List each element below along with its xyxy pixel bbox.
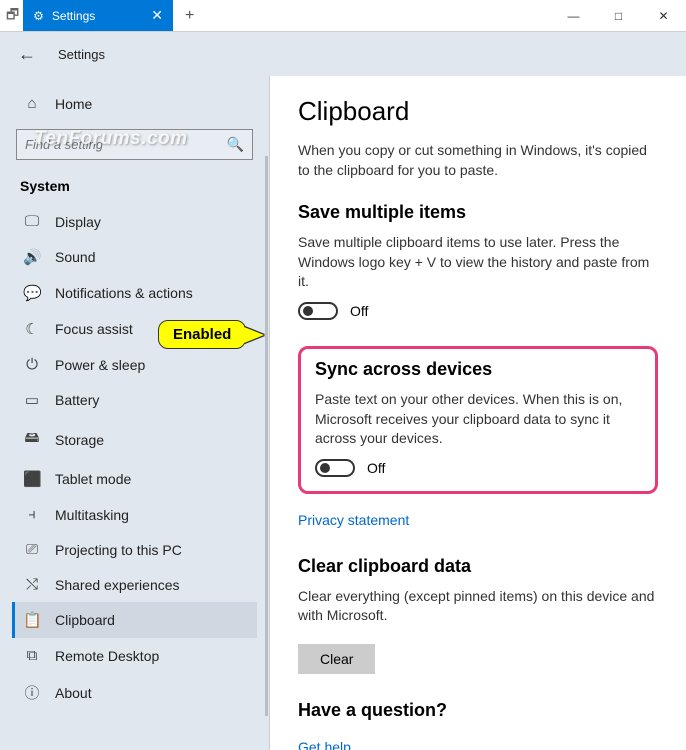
sidebar-item-label: About — [55, 685, 92, 701]
toggle-knob — [320, 463, 330, 473]
notifications-icon: 💬 — [23, 284, 41, 302]
get-help-link[interactable]: Get help — [298, 739, 351, 750]
sidebar-item-label: Sound — [55, 249, 95, 265]
sidebar-item-tablet[interactable]: ⬛ Tablet mode — [12, 461, 257, 497]
section-desc: Clear everything (except pinned items) o… — [298, 587, 658, 626]
sidebar-item-label: Notifications & actions — [55, 285, 193, 301]
sidebar-item-multitasking[interactable]: ⫞ Multitasking — [12, 497, 257, 532]
sidebar-item-projecting[interactable]: ⎚ Projecting to this PC — [12, 532, 257, 567]
close-button[interactable]: ✕ — [641, 0, 686, 31]
sidebar-item-label: Power & sleep — [55, 357, 145, 373]
sidebar-item-sound[interactable]: 🔊 Sound — [12, 239, 257, 275]
gear-icon: ⚙ — [33, 9, 44, 23]
callout-label: Enabled — [158, 320, 246, 349]
battery-icon: ▭ — [23, 391, 41, 409]
sidebar-item-label: Display — [55, 214, 101, 230]
header: ← Settings — [0, 32, 686, 76]
remote-icon: ⧉ — [23, 647, 41, 664]
page-title: Clipboard — [298, 96, 658, 127]
toggle-sync[interactable] — [315, 459, 355, 477]
toggle-knob — [303, 306, 313, 316]
section-clear: Clear clipboard data Clear everything (e… — [298, 556, 658, 674]
sidebar-item-power[interactable]: ⏻ Power & sleep — [12, 347, 257, 382]
sidebar-item-battery[interactable]: ▭ Battery — [12, 382, 257, 418]
shared-icon: ⤭ — [23, 576, 41, 593]
sidebar-item-shared[interactable]: ⤭ Shared experiences — [12, 567, 257, 602]
back-button[interactable]: ← — [18, 44, 36, 65]
section-save-multiple: Save multiple items Save multiple clipbo… — [298, 202, 658, 320]
privacy-link[interactable]: Privacy statement — [298, 512, 409, 528]
sidebar-item-label: Focus assist — [55, 321, 133, 337]
sidebar-scrollbar[interactable] — [265, 156, 268, 716]
highlight-sync-section: Sync across devices Paste text on your o… — [298, 346, 658, 494]
tab-settings[interactable]: ⚙ Settings ✕ — [23, 0, 173, 31]
sidebar-item-label: Shared experiences — [55, 577, 180, 593]
header-title: Settings — [58, 47, 105, 62]
sidebar-item-about[interactable]: ⓘ About — [12, 673, 257, 712]
watermark: TenForums.com — [34, 128, 188, 150]
toggle-state: Off — [367, 460, 385, 476]
app-icon-tab: 🗗 — [0, 0, 23, 31]
section-question: Have a question? Get help — [298, 700, 658, 750]
clipboard-icon: 📋 — [23, 611, 41, 629]
display-icon: 🖵 — [23, 213, 41, 230]
sidebar-item-remote[interactable]: ⧉ Remote Desktop — [12, 638, 257, 673]
sidebar-item-label: Battery — [55, 392, 99, 408]
power-icon: ⏻ — [23, 356, 41, 373]
sidebar: TenForums.com ⌂ Home 🔍 System 🖵 Display 🔊… — [0, 76, 270, 750]
toggle-save-multiple[interactable] — [298, 302, 338, 320]
maximize-button[interactable]: □ — [596, 0, 641, 31]
sound-icon: 🔊 — [23, 248, 41, 266]
sidebar-item-label: Home — [55, 96, 92, 112]
section-heading: Have a question? — [298, 700, 658, 721]
storage-icon: 🖴 — [23, 427, 41, 452]
tablet-icon: ⬛ — [23, 470, 41, 488]
projecting-icon: ⎚ — [23, 541, 41, 558]
sidebar-item-clipboard[interactable]: 📋 Clipboard — [12, 602, 257, 638]
annotation-callout: Enabled — [158, 320, 264, 349]
tab-label: Settings — [52, 9, 95, 23]
sidebar-item-label: Tablet mode — [55, 471, 131, 487]
titlebar: 🗗 ⚙ Settings ✕ + — □ ✕ — [0, 0, 686, 32]
home-icon: ⌂ — [23, 95, 41, 112]
section-heading: Save multiple items — [298, 202, 658, 223]
section-desc: Save multiple clipboard items to use lat… — [298, 233, 658, 292]
sidebar-item-label: Storage — [55, 432, 104, 448]
toggle-state: Off — [350, 303, 368, 319]
section-heading: Sync across devices — [315, 359, 641, 380]
cascade-icon: 🗗 — [6, 4, 19, 28]
moon-icon: ☾ — [23, 320, 41, 338]
sidebar-item-display[interactable]: 🖵 Display — [12, 204, 257, 239]
section-heading: Clear clipboard data — [298, 556, 658, 577]
clear-button[interactable]: Clear — [298, 644, 375, 674]
info-icon: ⓘ — [23, 682, 41, 703]
page-intro: When you copy or cut something in Window… — [298, 141, 658, 180]
sidebar-item-label: Clipboard — [55, 612, 115, 628]
sidebar-item-label: Projecting to this PC — [55, 542, 182, 558]
tab-close-icon[interactable]: ✕ — [151, 7, 163, 24]
sidebar-category: System — [12, 172, 257, 204]
content-pane: Clipboard When you copy or cut something… — [270, 76, 686, 750]
sidebar-item-label: Remote Desktop — [55, 648, 159, 664]
search-icon: 🔍 — [227, 136, 244, 153]
multitask-icon: ⫞ — [23, 506, 41, 523]
section-desc: Paste text on your other devices. When t… — [315, 390, 641, 449]
sidebar-item-storage[interactable]: 🖴 Storage — [12, 418, 257, 461]
new-tab-button[interactable]: + — [173, 0, 206, 31]
sidebar-item-label: Multitasking — [55, 507, 129, 523]
sidebar-home[interactable]: ⌂ Home — [12, 86, 257, 121]
minimize-button[interactable]: — — [551, 0, 596, 31]
sidebar-item-notifications[interactable]: 💬 Notifications & actions — [12, 275, 257, 311]
callout-tail — [244, 327, 264, 343]
